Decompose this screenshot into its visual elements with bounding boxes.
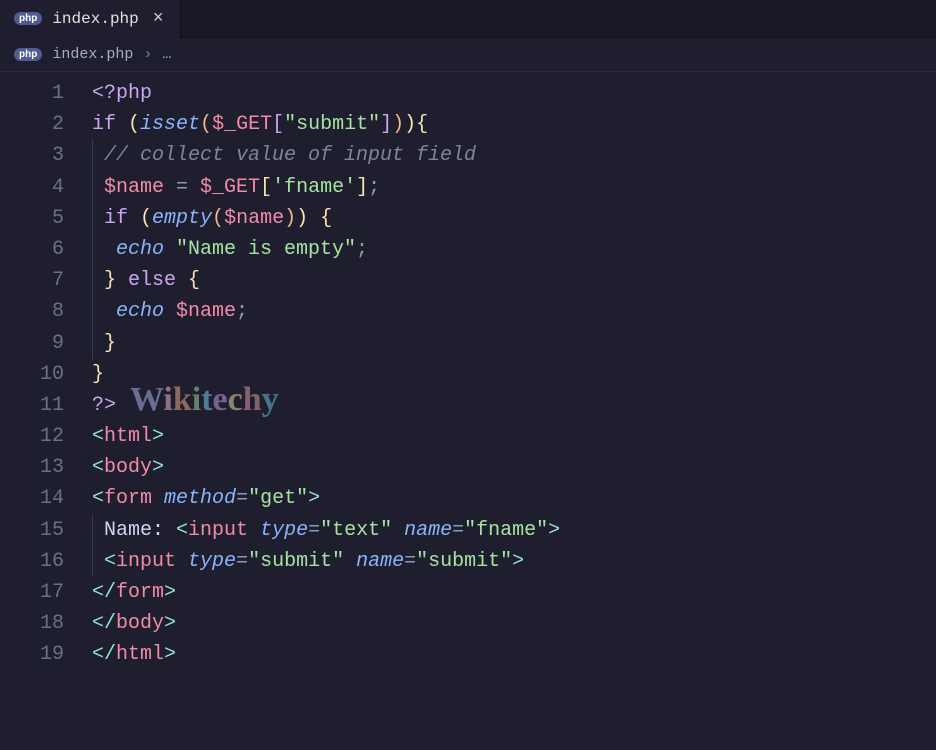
- code-line[interactable]: // collect value of input field: [92, 140, 936, 171]
- line-number: 13: [0, 452, 64, 483]
- tab-bar: php index.php ×: [0, 0, 936, 38]
- chevron-right-icon: ›: [143, 46, 152, 63]
- line-number: 12: [0, 421, 64, 452]
- line-number: 7: [0, 265, 64, 296]
- code-line[interactable]: $name = $_GET['fname'];: [92, 172, 936, 203]
- code-line[interactable]: <html>: [92, 421, 936, 452]
- code-line[interactable]: <input type="submit" name="submit">: [92, 546, 936, 577]
- breadcrumb-more: …: [162, 46, 171, 63]
- code-line[interactable]: <?php: [92, 78, 936, 109]
- code-content[interactable]: <?php if (isset($_GET["submit"])){ // co…: [92, 78, 936, 671]
- php-icon: php: [14, 12, 42, 25]
- code-line[interactable]: </html>: [92, 639, 936, 670]
- code-line[interactable]: echo $name;: [92, 296, 936, 327]
- code-line[interactable]: Name: <input type="text" name="fname">: [92, 515, 936, 546]
- line-number: 1: [0, 78, 64, 109]
- line-number: 17: [0, 577, 64, 608]
- code-editor[interactable]: 1 2 3 4 5 6 7 8 9 10 11 12 13 14 15 16 1…: [0, 72, 936, 671]
- code-line[interactable]: </body>: [92, 608, 936, 639]
- code-line[interactable]: <form method="get">: [92, 483, 936, 514]
- code-line[interactable]: }: [92, 328, 936, 359]
- line-number: 16: [0, 546, 64, 577]
- line-number: 5: [0, 203, 64, 234]
- breadcrumb[interactable]: php index.php › …: [0, 38, 936, 72]
- php-icon: php: [14, 48, 42, 61]
- breadcrumb-file: index.php: [52, 46, 133, 63]
- line-number: 3: [0, 140, 64, 171]
- line-number: 6: [0, 234, 64, 265]
- code-line[interactable]: } else {: [92, 265, 936, 296]
- line-number: 11: [0, 390, 64, 421]
- code-line[interactable]: }: [92, 359, 936, 390]
- line-number: 18: [0, 608, 64, 639]
- code-line[interactable]: <body>: [92, 452, 936, 483]
- line-number: 9: [0, 328, 64, 359]
- code-line[interactable]: echo "Name is empty";: [92, 234, 936, 265]
- line-number: 10: [0, 359, 64, 390]
- file-tab[interactable]: php index.php ×: [0, 0, 181, 38]
- line-number: 19: [0, 639, 64, 670]
- line-number-gutter: 1 2 3 4 5 6 7 8 9 10 11 12 13 14 15 16 1…: [0, 78, 92, 671]
- tab-file-name: index.php: [52, 10, 138, 28]
- code-line[interactable]: if (empty($name)) {: [92, 203, 936, 234]
- line-number: 14: [0, 483, 64, 514]
- close-icon[interactable]: ×: [149, 9, 168, 29]
- line-number: 15: [0, 515, 64, 546]
- line-number: 8: [0, 296, 64, 327]
- code-line[interactable]: </form>: [92, 577, 936, 608]
- code-line[interactable]: if (isset($_GET["submit"])){: [92, 109, 936, 140]
- line-number: 2: [0, 109, 64, 140]
- line-number: 4: [0, 172, 64, 203]
- code-line[interactable]: ?>: [92, 390, 936, 421]
